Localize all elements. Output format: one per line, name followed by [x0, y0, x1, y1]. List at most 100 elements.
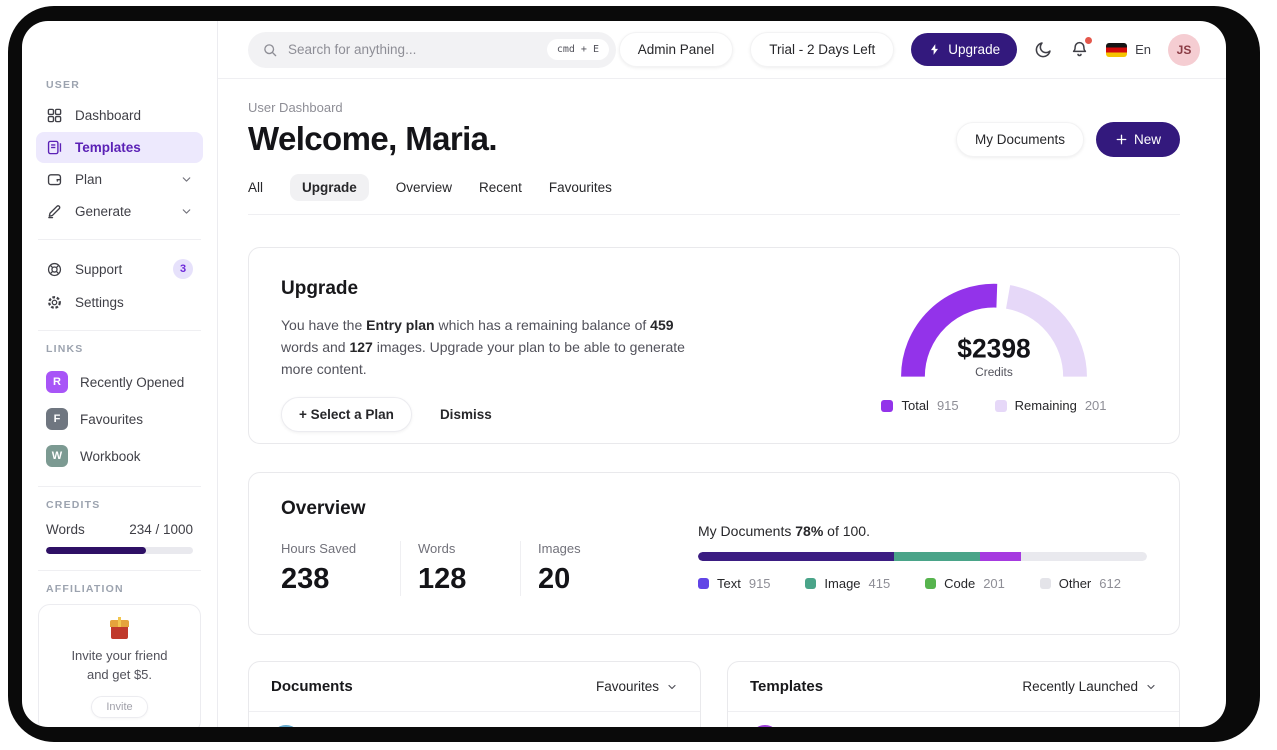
notifications-button[interactable]	[1070, 37, 1093, 59]
sidebar-item-generate[interactable]: Generate	[36, 196, 203, 227]
breadcrumb: User Dashboard	[248, 100, 343, 115]
legend-item-other: Other 612	[1039, 576, 1121, 591]
section-label-user: USER	[46, 79, 80, 91]
stat-label: Hours Saved	[281, 541, 357, 556]
upgrade-card: Upgrade You have the Entry plan which ha…	[248, 247, 1180, 444]
legend-item-remaining: Remaining 201	[994, 398, 1107, 413]
affiliation-card: Invite your friend and get $5. Invite	[38, 604, 201, 727]
sidebar-item-label: Support	[75, 261, 123, 277]
chevron-down-icon	[668, 684, 676, 689]
sidebar-item-label: Generate	[75, 204, 132, 219]
legend-value: 915	[936, 398, 959, 413]
sidebar-item-label: Templates	[75, 140, 141, 155]
sidebar-item-support[interactable]: Support 3	[36, 252, 203, 286]
tab-overview[interactable]: Overview	[396, 174, 452, 201]
search-bar[interactable]: cmd + E	[248, 31, 616, 68]
language-label: En	[1135, 42, 1151, 57]
section-label-affiliation: AFFILIATION	[46, 583, 124, 595]
section-label-credits: CREDITS	[46, 499, 101, 511]
stat-images: Images 20	[521, 541, 641, 596]
documents-card-header: Documents Favourites	[249, 662, 700, 712]
stat-label: Words	[418, 541, 456, 556]
search-input[interactable]	[288, 42, 537, 57]
tab-favourites[interactable]: Favourites	[549, 174, 612, 201]
plus-icon	[1116, 134, 1127, 144]
app-window: USER Dashboard Templates Plan Generate S…	[22, 21, 1226, 727]
invite-button[interactable]: Invite	[91, 695, 148, 718]
dark-mode-toggle[interactable]	[1034, 40, 1053, 59]
template-row[interactable]: Blog Post Title in Workbook	[728, 712, 1179, 727]
gift-icon	[49, 617, 190, 639]
legend-swatch	[881, 399, 894, 412]
progress-label: My Documents 78% of 100.	[698, 523, 870, 539]
divider	[38, 239, 201, 240]
sidebar-link-favourites[interactable]: F Favourites	[36, 401, 203, 437]
content: User Dashboard Welcome, Maria. My Docume…	[218, 79, 1226, 727]
legend-swatch	[805, 578, 817, 589]
stacked-bar-legend: Text 915 Image 415 Code 201 Other 612	[698, 576, 1147, 591]
user-avatar[interactable]: JS	[1168, 33, 1200, 66]
legend-item-image: Image 415	[805, 576, 890, 591]
tab-recent[interactable]: Recent	[479, 174, 522, 201]
new-button[interactable]: New	[1095, 121, 1180, 157]
trial-badge-button[interactable]: Trial - 2 Days Left	[750, 32, 895, 67]
lifebuoy-icon	[47, 262, 62, 276]
chevron-down-icon	[182, 209, 191, 214]
documents-card: Documents Favourites Untitled Document i…	[248, 661, 701, 727]
stats-row: Hours Saved 238 Words 128 Images 20	[281, 541, 665, 596]
document-row[interactable]: Untitled Document in Workbook	[249, 712, 700, 727]
templates-filter-dropdown[interactable]: Recently Launched	[1022, 679, 1157, 694]
documents-filter-dropdown[interactable]: Favourites	[596, 679, 678, 694]
sidebar-item-label: Dashboard	[75, 108, 142, 123]
sidebar-item-label: Plan	[75, 172, 103, 187]
templates-icon	[47, 140, 62, 155]
legend-name: Image	[824, 576, 861, 591]
stat-value: 128	[418, 563, 467, 595]
legend-value: 612	[1099, 576, 1121, 591]
legend-name: Remaining	[1014, 398, 1077, 413]
legend-item-text: Text 915	[698, 576, 771, 591]
stat-value: 238	[281, 563, 330, 595]
sidebar: USER Dashboard Templates Plan Generate S…	[22, 21, 218, 727]
legend-name: Total	[901, 398, 929, 413]
sidebar-item-templates[interactable]: Templates	[36, 132, 203, 163]
tab-all[interactable]: All	[248, 174, 263, 201]
bottom-row: Documents Favourites Untitled Document i…	[248, 661, 1180, 727]
credits-progress-bar	[46, 547, 193, 554]
bar-segment-text	[698, 552, 894, 561]
upgrade-card-actions: + Select a Plan Dismiss	[281, 397, 721, 433]
legend-swatch	[698, 578, 709, 589]
gear-icon	[48, 296, 61, 309]
sidebar-link-label: Workbook	[80, 448, 141, 464]
topbar-actions: Admin Panel Trial - 2 Days Left Upgrade	[618, 32, 1200, 67]
admin-panel-button[interactable]: Admin Panel	[618, 32, 734, 67]
device-frame: USER Dashboard Templates Plan Generate S…	[8, 6, 1260, 742]
main-area: cmd + E Admin Panel Trial - 2 Days Left …	[218, 21, 1226, 727]
sidebar-item-dashboard[interactable]: Dashboard	[36, 100, 203, 131]
sidebar-item-settings[interactable]: Settings	[36, 287, 203, 318]
topbar: cmd + E Admin Panel Trial - 2 Days Left …	[218, 21, 1226, 79]
overview-card: Overview Hours Saved 238 Words 128 Image…	[248, 472, 1180, 635]
upgrade-button[interactable]: Upgrade	[911, 33, 1018, 66]
search-shortcut-badge: cmd + E	[546, 39, 609, 60]
bar-segment-image	[893, 552, 980, 561]
upgrade-card-title: Upgrade	[281, 278, 359, 299]
link-initial-badge: R	[46, 371, 68, 393]
legend-item-code: Code 201	[925, 576, 1005, 591]
divider	[38, 486, 201, 487]
select-plan-button[interactable]: + Select a Plan	[281, 397, 412, 433]
notification-dot	[1085, 37, 1093, 44]
legend-name: Other	[1058, 576, 1092, 591]
tab-upgrade[interactable]: Upgrade	[290, 174, 369, 201]
sidebar-item-plan[interactable]: Plan	[36, 164, 203, 195]
my-documents-button[interactable]: My Documents	[955, 121, 1084, 157]
divider	[38, 570, 201, 571]
language-selector[interactable]: En	[1106, 42, 1151, 57]
gauge-value: $2398	[957, 333, 1030, 363]
sidebar-link-workbook[interactable]: W Workbook	[36, 438, 203, 474]
search-icon	[264, 43, 277, 56]
sidebar-link-recently-opened[interactable]: R Recently Opened	[36, 364, 203, 400]
link-initial-badge: W	[46, 445, 68, 467]
link-initial-badge: F	[46, 408, 68, 430]
dismiss-button[interactable]: Dismiss	[440, 407, 492, 422]
